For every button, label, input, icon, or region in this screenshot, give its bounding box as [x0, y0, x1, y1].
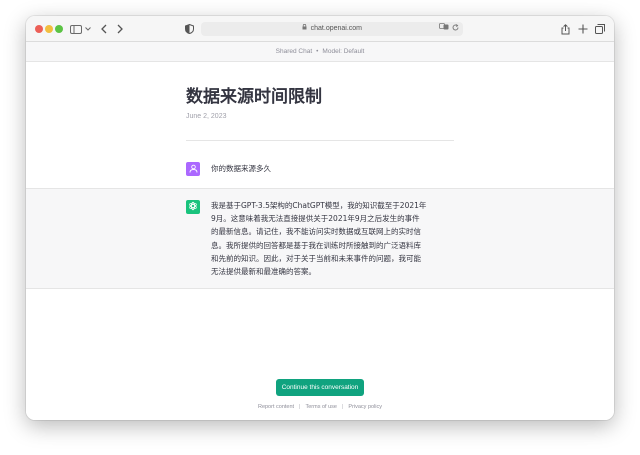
separator-dot: • — [316, 48, 319, 55]
forward-icon[interactable] — [115, 22, 125, 36]
main-content: 数据来源时间限制 June 2, 2023 你的数据来源多久 我是基于GPT-3… — [26, 62, 614, 420]
assistant-avatar — [186, 200, 200, 214]
divider — [186, 140, 454, 141]
footer-separator: | — [341, 404, 344, 410]
shared-chat-label: Shared Chat — [275, 48, 313, 55]
shared-chat-bar: Shared Chat • Model: Default — [26, 42, 614, 62]
assistant-message-row: 我是基于GPT-3.5架构的ChatGPT模型，我的知识截至于2021年9月。这… — [26, 188, 614, 289]
continue-conversation-button[interactable]: Continue this conversation — [276, 379, 364, 396]
model-label: Model: Default — [322, 48, 365, 55]
browser-window: chat.openai.com Shared Chat • Model: Defau… — [26, 16, 614, 420]
reload-icon[interactable] — [452, 22, 459, 36]
user-message-row: 你的数据来源多久 — [26, 157, 614, 187]
conversation-date: June 2, 2023 — [186, 113, 227, 120]
browser-toolbar: chat.openai.com — [26, 16, 614, 42]
back-icon[interactable] — [99, 22, 109, 36]
lock-icon — [302, 23, 309, 32]
sidebar-icon[interactable] — [70, 22, 82, 36]
footer-separator: | — [299, 404, 301, 410]
page-title: 数据来源时间限制 — [186, 87, 322, 107]
close-window-button[interactable] — [35, 25, 43, 33]
chevron-down-icon[interactable] — [84, 22, 92, 36]
translate-icon[interactable] — [439, 22, 449, 36]
user-message: 你的数据来源多久 — [211, 164, 271, 173]
assistant-message: 我是基于GPT-3.5架构的ChatGPT模型，我的知识截至于2021年9月。这… — [211, 201, 427, 277]
shield-icon[interactable] — [184, 22, 194, 36]
url-text: chat.openai.com — [310, 25, 363, 32]
tabs-icon[interactable] — [595, 22, 605, 36]
url-display[interactable]: chat.openai.com — [201, 22, 463, 36]
share-icon[interactable] — [560, 22, 570, 36]
user-icon — [189, 160, 198, 178]
footer-links: Report content | Terms of use | Privacy poli… — [26, 402, 614, 412]
openai-logo-icon — [188, 198, 198, 216]
user-avatar — [186, 162, 200, 176]
privacy-policy-link[interactable]: Privacy policy — [348, 404, 382, 410]
address-bar[interactable]: chat.openai.com — [201, 22, 463, 36]
plus-icon[interactable] — [578, 22, 588, 36]
minimize-window-button[interactable] — [45, 25, 53, 33]
terms-of-use-link[interactable]: Terms of use — [305, 404, 336, 410]
report-content-link[interactable]: Report content — [258, 404, 294, 410]
zoom-window-button[interactable] — [55, 25, 63, 33]
